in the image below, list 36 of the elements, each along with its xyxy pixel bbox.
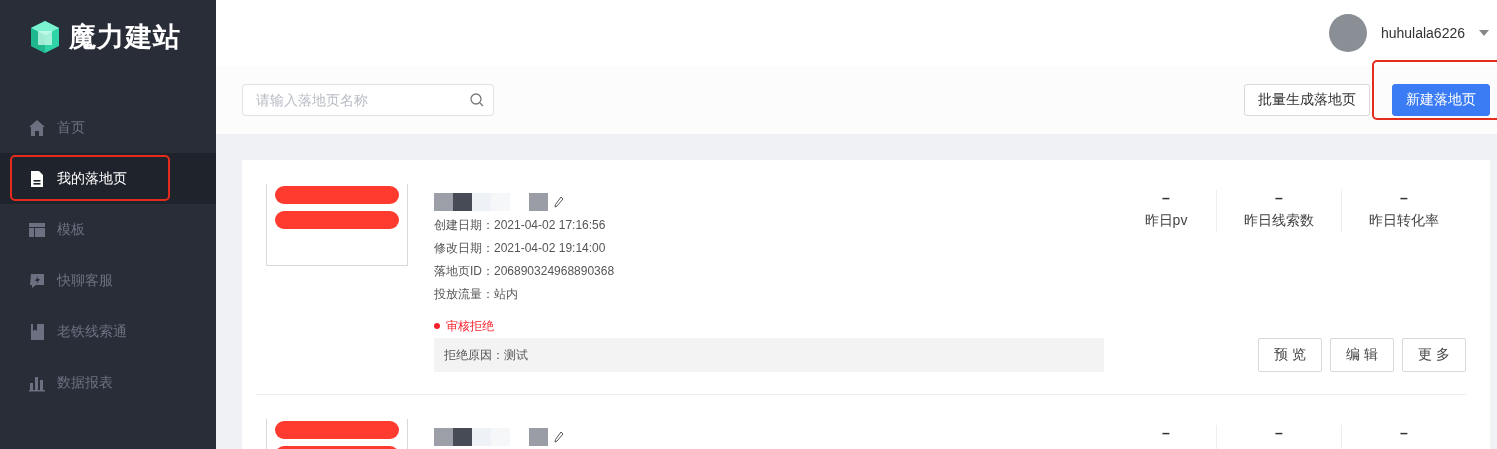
stat-value: – [1275,425,1283,441]
pencil-icon [554,431,564,443]
stat-value: – [1162,190,1170,206]
status-dot-icon [434,323,440,329]
stat-label: 昨日线索数 [1244,212,1314,230]
sidebar-item[interactable]: 我的落地页 [0,153,216,204]
stat-value: – [1162,425,1170,441]
search-icon [470,93,484,107]
detail-text: 落地页ID：206890324968890368 [434,263,616,280]
search-field[interactable]: 请输入落地页名称 [242,84,494,116]
username[interactable]: huhulala6226 [1380,25,1465,41]
page-thumbnail-drawing[interactable] [266,184,408,266]
action-button[interactable]: 更 多 [1402,338,1466,372]
rejection-reason: 拒绝原因：测试 [434,338,1104,372]
batch-generate-button[interactable]: 批量生成落地页 [1244,84,1370,116]
create-landing-page-button[interactable]: 新建落地页 [1392,84,1490,116]
status-text: 审核拒绝 [446,318,494,335]
chat-bubble-icon [28,271,46,290]
detail-text: 投放流量：站内 [434,286,519,303]
stat-value: – [1275,190,1283,206]
home-icon [28,118,46,137]
stat-value: – [1400,190,1408,206]
document-icon [28,169,46,188]
action-button[interactable]: 预 览 [1258,338,1322,372]
brand-name: 魔力建站 [69,21,181,54]
detail-text: 修改日期：2021-04-02 19:14:00 [434,240,607,257]
book-icon [28,322,46,341]
stat-label: 昨日转化率 [1369,212,1439,230]
caret-down-icon [1479,30,1489,36]
pencil-icon [554,196,564,208]
stat-value: – [1400,425,1408,441]
stat-label: 昨日pv [1144,212,1188,230]
detail-text: 创建日期：2021-04-02 17:16:56 [434,217,607,234]
layout-icon [28,220,46,239]
action-button[interactable]: 编 辑 [1330,338,1394,372]
avatar-photo-placeholder[interactable] [1328,14,1367,52]
